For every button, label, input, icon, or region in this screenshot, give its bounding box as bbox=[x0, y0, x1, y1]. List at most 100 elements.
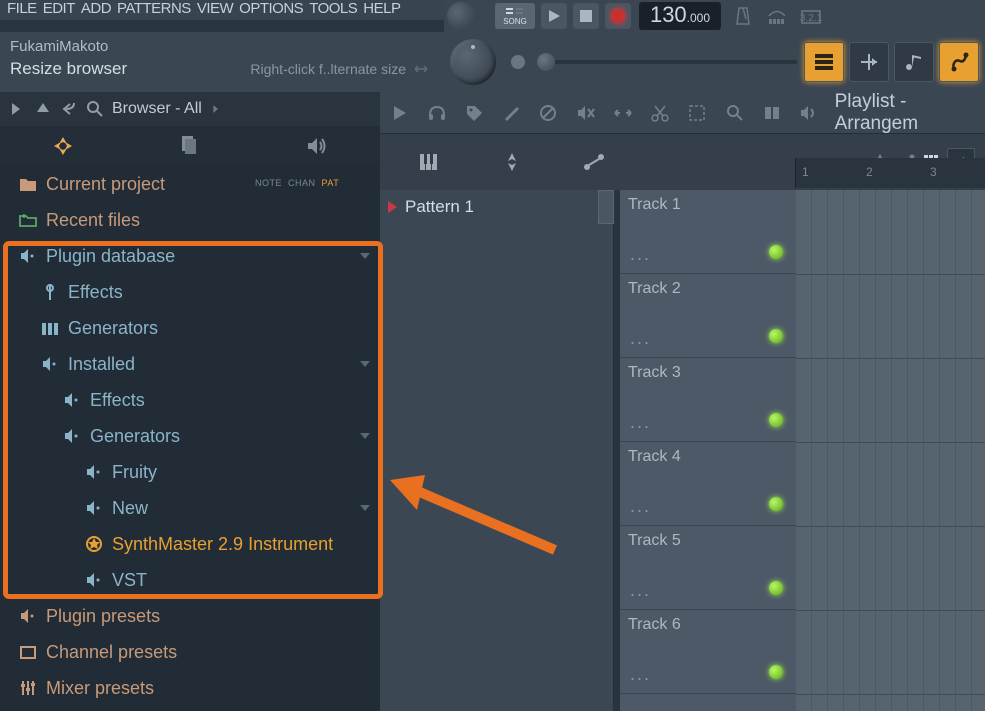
track-menu-icon[interactable]: ... bbox=[630, 244, 651, 265]
wait-input-icon[interactable] bbox=[760, 0, 794, 32]
favorites-icon[interactable] bbox=[51, 134, 75, 158]
track-led-icon[interactable] bbox=[769, 665, 783, 679]
tree-recent-files[interactable]: Recent files bbox=[0, 202, 380, 238]
mode-automation-icon[interactable] bbox=[578, 146, 610, 178]
tree-synthmaster[interactable]: SynthMaster 2.9 Instrument bbox=[0, 526, 380, 562]
track-led-icon[interactable] bbox=[769, 245, 783, 259]
track-led-icon[interactable] bbox=[769, 329, 783, 343]
back-icon[interactable] bbox=[60, 100, 78, 118]
tree-installed-effects[interactable]: Effects bbox=[0, 382, 380, 418]
tree-plugin-database[interactable]: Plugin database bbox=[0, 238, 380, 274]
tree-plugin-presets[interactable]: Plugin presets bbox=[0, 598, 380, 634]
hint-subtext: Right-click f..lternate size bbox=[250, 61, 406, 77]
master-pitch-slider[interactable] bbox=[537, 60, 797, 64]
tree-generators[interactable]: Generators bbox=[0, 310, 380, 346]
mixer-icon bbox=[18, 678, 38, 698]
track-menu-icon[interactable]: ... bbox=[630, 664, 651, 685]
play-icon[interactable] bbox=[388, 100, 411, 126]
browser-tree: Current project Recent files Plugin data… bbox=[0, 166, 380, 711]
expand-arrow-icon bbox=[360, 253, 370, 259]
tree-mixer-presets[interactable]: Mixer presets bbox=[0, 670, 380, 706]
playback-icon[interactable] bbox=[760, 100, 783, 126]
knob-small[interactable] bbox=[447, 2, 475, 30]
tree-installed[interactable]: Installed bbox=[0, 346, 380, 382]
pattern-scroll-thumb[interactable] bbox=[598, 190, 614, 224]
slider-thumb[interactable] bbox=[537, 53, 555, 71]
zoom-icon[interactable] bbox=[723, 100, 746, 126]
track-header[interactable]: Track 4... bbox=[620, 442, 795, 526]
ruler-mark: 1 bbox=[802, 165, 809, 179]
track-header[interactable]: Track 1... bbox=[620, 190, 795, 274]
tempo-display[interactable]: 130.000 bbox=[639, 2, 721, 30]
track-header[interactable]: Track 2... bbox=[620, 274, 795, 358]
channel-rack-button[interactable] bbox=[894, 42, 934, 82]
headphones-icon[interactable] bbox=[425, 100, 448, 126]
tempo-int: 130 bbox=[650, 2, 687, 28]
track-led-icon[interactable] bbox=[769, 581, 783, 595]
song-pat-toggle[interactable]: SONG bbox=[495, 3, 535, 29]
tree-channel-presets[interactable]: Channel presets bbox=[0, 634, 380, 670]
speaker-toolbar-icon[interactable] bbox=[797, 100, 820, 126]
documents-icon[interactable] bbox=[178, 134, 202, 158]
menu-help[interactable]: HELP bbox=[360, 0, 403, 20]
expand-arrow-icon bbox=[360, 361, 370, 367]
fx-icon bbox=[40, 282, 60, 302]
piano-roll-button[interactable] bbox=[849, 42, 889, 82]
menu-options[interactable]: OPTIONS bbox=[236, 0, 306, 20]
up-icon[interactable] bbox=[34, 100, 52, 118]
track-led-icon[interactable] bbox=[769, 413, 783, 427]
ruler-mark: 3 bbox=[930, 165, 937, 179]
playlist-view-button[interactable] bbox=[804, 42, 844, 82]
master-volume-knob[interactable] bbox=[450, 39, 496, 85]
playlist-grid[interactable] bbox=[795, 190, 985, 711]
timeline-ruler[interactable]: 1 2 3 bbox=[795, 158, 985, 188]
menu-view[interactable]: VIEW bbox=[194, 0, 236, 20]
track-menu-icon[interactable]: ... bbox=[630, 496, 651, 517]
record-button[interactable] bbox=[605, 3, 631, 29]
menu-patterns[interactable]: PATTERNS bbox=[114, 0, 194, 20]
track-menu-icon[interactable]: ... bbox=[630, 580, 651, 601]
slip-icon[interactable] bbox=[611, 100, 634, 126]
expand-arrow-icon bbox=[360, 505, 370, 511]
select-icon[interactable] bbox=[686, 100, 709, 126]
menu-edit[interactable]: EDIT bbox=[40, 0, 78, 20]
metronome-icon[interactable] bbox=[726, 0, 760, 32]
expand-arrow-icon bbox=[360, 433, 370, 439]
track-menu-icon[interactable]: ... bbox=[630, 328, 651, 349]
collapse-icon[interactable] bbox=[8, 100, 26, 118]
tree-fruity[interactable]: Fruity bbox=[0, 454, 380, 490]
menu-add[interactable]: ADD bbox=[78, 0, 114, 20]
tag-icon[interactable] bbox=[462, 100, 485, 126]
slice-icon[interactable] bbox=[649, 100, 672, 126]
speaker-icon bbox=[84, 462, 104, 482]
mixer-button[interactable] bbox=[939, 42, 979, 82]
speaker-icon bbox=[40, 354, 60, 374]
tree-new[interactable]: New bbox=[0, 490, 380, 526]
track-led-icon[interactable] bbox=[769, 497, 783, 511]
mode-keys-icon[interactable] bbox=[414, 146, 446, 178]
track-header[interactable]: Track 5... bbox=[620, 526, 795, 610]
menu-tools[interactable]: TOOLS bbox=[306, 0, 360, 20]
pattern-item[interactable]: Pattern 1 bbox=[380, 190, 613, 224]
disable-icon[interactable] bbox=[537, 100, 560, 126]
chevron-right-icon[interactable] bbox=[210, 100, 222, 118]
playlist-title: Playlist - Arrangem bbox=[835, 91, 977, 135]
mode-wave-icon[interactable] bbox=[496, 146, 528, 178]
audio-icon[interactable] bbox=[305, 134, 329, 158]
tree-vst[interactable]: VST bbox=[0, 562, 380, 598]
mute-icon[interactable] bbox=[574, 100, 597, 126]
hint-panel: FukamiMakoto Resize browser Right-click … bbox=[0, 32, 440, 92]
search-icon[interactable] bbox=[86, 100, 104, 118]
menu-file[interactable]: FILE bbox=[4, 0, 40, 20]
brush-icon[interactable] bbox=[500, 100, 523, 126]
stop-button[interactable] bbox=[573, 3, 599, 29]
tree-installed-generators[interactable]: Generators bbox=[0, 418, 380, 454]
track-header[interactable]: Track 6... bbox=[620, 610, 795, 694]
play-button[interactable] bbox=[541, 3, 567, 29]
track-list: Track 1... Track 2... Track 3... Track 4… bbox=[620, 190, 795, 711]
track-menu-icon[interactable]: ... bbox=[630, 412, 651, 433]
mode-label-chan: CHAN bbox=[285, 178, 319, 188]
countdown-icon[interactable]: 3.2.1 bbox=[794, 0, 828, 32]
track-header[interactable]: Track 3... bbox=[620, 358, 795, 442]
tree-effects[interactable]: Effects bbox=[0, 274, 380, 310]
